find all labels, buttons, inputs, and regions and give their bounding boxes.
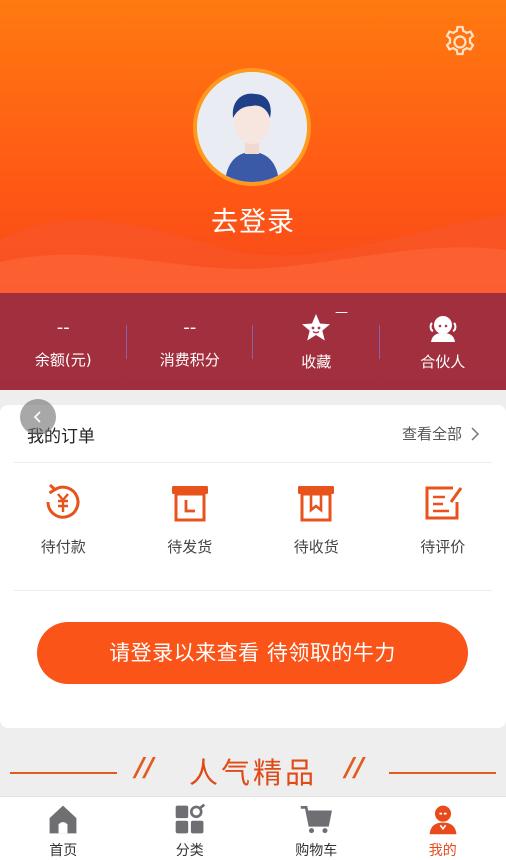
login-to-view-button[interactable]: 请登录以来查看 待领取的牛力 [37,622,468,684]
order-status-row: 待付款 待发货 待收货 待评价 [0,480,506,575]
stats-bar: -- 余额(元) -- 消费积分 收藏 合伙人 [0,293,506,390]
popular-right-slash: // [345,753,364,783]
payment-icon [46,483,80,519]
tab-label-home: 首页 [49,843,78,859]
order-item-to-receive[interactable]: 待收货 [253,480,380,575]
review-icon [425,486,462,520]
order-label-unpaid: 待付款 [40,538,86,556]
popular-title: 人气精品 [188,756,317,790]
order-item-unpaid[interactable]: 待付款 [0,480,127,575]
back-chevron-button[interactable] [20,399,56,435]
tab-label-category: 分类 [175,843,204,859]
bottom-tab-bar: 首页 分类 购物车 我的 [0,796,506,860]
tab-label-cart: 购物车 [295,843,338,859]
category-icon [175,803,205,834]
home-icon [49,805,77,834]
order-item-to-review[interactable]: 待评价 [380,480,506,575]
settings-gear-icon[interactable] [442,24,478,60]
stat-partner[interactable]: 合伙人 [380,293,506,390]
chevron-left-icon [33,411,41,423]
card-divider [14,462,492,463]
view-all-label: 查看全部 [401,425,462,443]
points-value: -- [183,317,197,338]
stat-balance[interactable]: -- 余额(元) [0,293,127,390]
avatar-person-icon [197,72,307,182]
order-item-to-ship[interactable]: 待发货 [127,480,254,575]
points-label: 消费积分 [159,351,220,369]
balance-value: -- [56,317,70,338]
card-divider [14,590,492,591]
tab-label-mine: 我的 [428,843,457,859]
tab-home[interactable]: 首页 [0,797,127,860]
tab-category[interactable]: 分类 [127,797,254,860]
partner-label: 合伙人 [420,353,466,371]
favorites-badge: — [335,305,348,320]
receive-box-icon [298,486,335,522]
mine-icon [429,805,457,835]
stat-favorites[interactable]: 收藏 [253,293,380,390]
popular-section-header: // 人气精品 // [0,745,506,795]
order-label-to-review: 待评价 [420,538,466,556]
star-icon [302,314,331,341]
tab-cart[interactable]: 购物车 [253,797,380,860]
shipping-box-icon [171,486,208,522]
stat-points[interactable]: -- 消费积分 [127,293,253,390]
favorites-label: 收藏 [301,353,332,371]
popular-right-line [389,772,496,774]
order-label-to-receive: 待收货 [293,538,339,556]
view-all-orders-link[interactable]: 查看全部 [402,423,480,444]
order-label-to-ship: 待发货 [167,538,213,556]
user-avatar[interactable] [193,68,311,186]
login-link[interactable]: 去登录 [0,200,506,239]
tab-mine[interactable]: 我的 [380,797,506,860]
balance-label: 余额(元) [34,351,92,369]
chevron-right-icon [471,426,480,441]
cart-icon [301,806,333,834]
partner-icon [429,316,457,342]
